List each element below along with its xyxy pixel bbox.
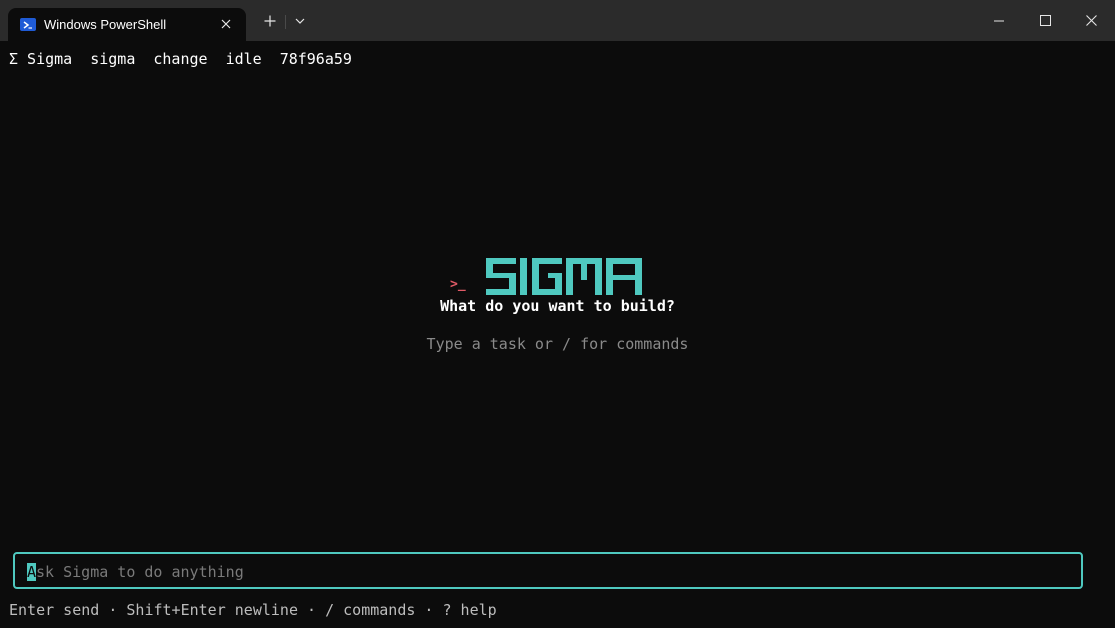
sigma-logo [486,258,642,295]
status-commit: 78f96a59 [279,50,352,68]
placeholder-first-char: A [27,563,37,581]
terminal-area[interactable]: Σ Sigma sigma change idle 78f96a59 >_ Wh… [0,41,1115,628]
plus-icon [264,15,276,27]
status-workspace: sigma [90,50,136,68]
tab-windows-powershell[interactable]: Windows PowerShell [8,8,246,41]
minimize-button[interactable] [976,0,1022,41]
splash-heading: What do you want to build? [440,297,675,315]
close-tab-button[interactable] [218,16,234,32]
maximize-icon [1039,15,1051,26]
status-brand: Σ Sigma [9,50,73,68]
minimize-icon [994,20,1004,21]
close-window-button[interactable] [1068,0,1114,41]
chevron-down-icon [295,18,305,24]
status-mode: change [153,50,208,68]
tab-title: Windows PowerShell [44,17,167,32]
tab-dropdown-button[interactable] [291,12,309,30]
new-tab-button[interactable] [261,12,279,30]
splash-logo: >_ [448,257,660,297]
placeholder-rest: sk Sigma to do anything [36,563,244,581]
input-placeholder: Ask Sigma to do anything [27,563,244,581]
status-line: Σ Sigma sigma change idle 78f96a59 [9,50,370,68]
tab-divider [285,15,286,29]
window-titlebar: Windows PowerShell [0,0,1115,41]
close-icon [221,19,231,29]
splash-hint: Type a task or / for commands [426,335,689,353]
keybinding-help: Enter send · Shift+Enter newline · / com… [9,601,497,619]
powershell-icon [20,18,36,31]
maximize-button[interactable] [1022,0,1068,41]
prompt-input[interactable]: Ask Sigma to do anything [13,552,1083,589]
status-state: idle [225,50,262,68]
close-icon [1085,15,1097,26]
